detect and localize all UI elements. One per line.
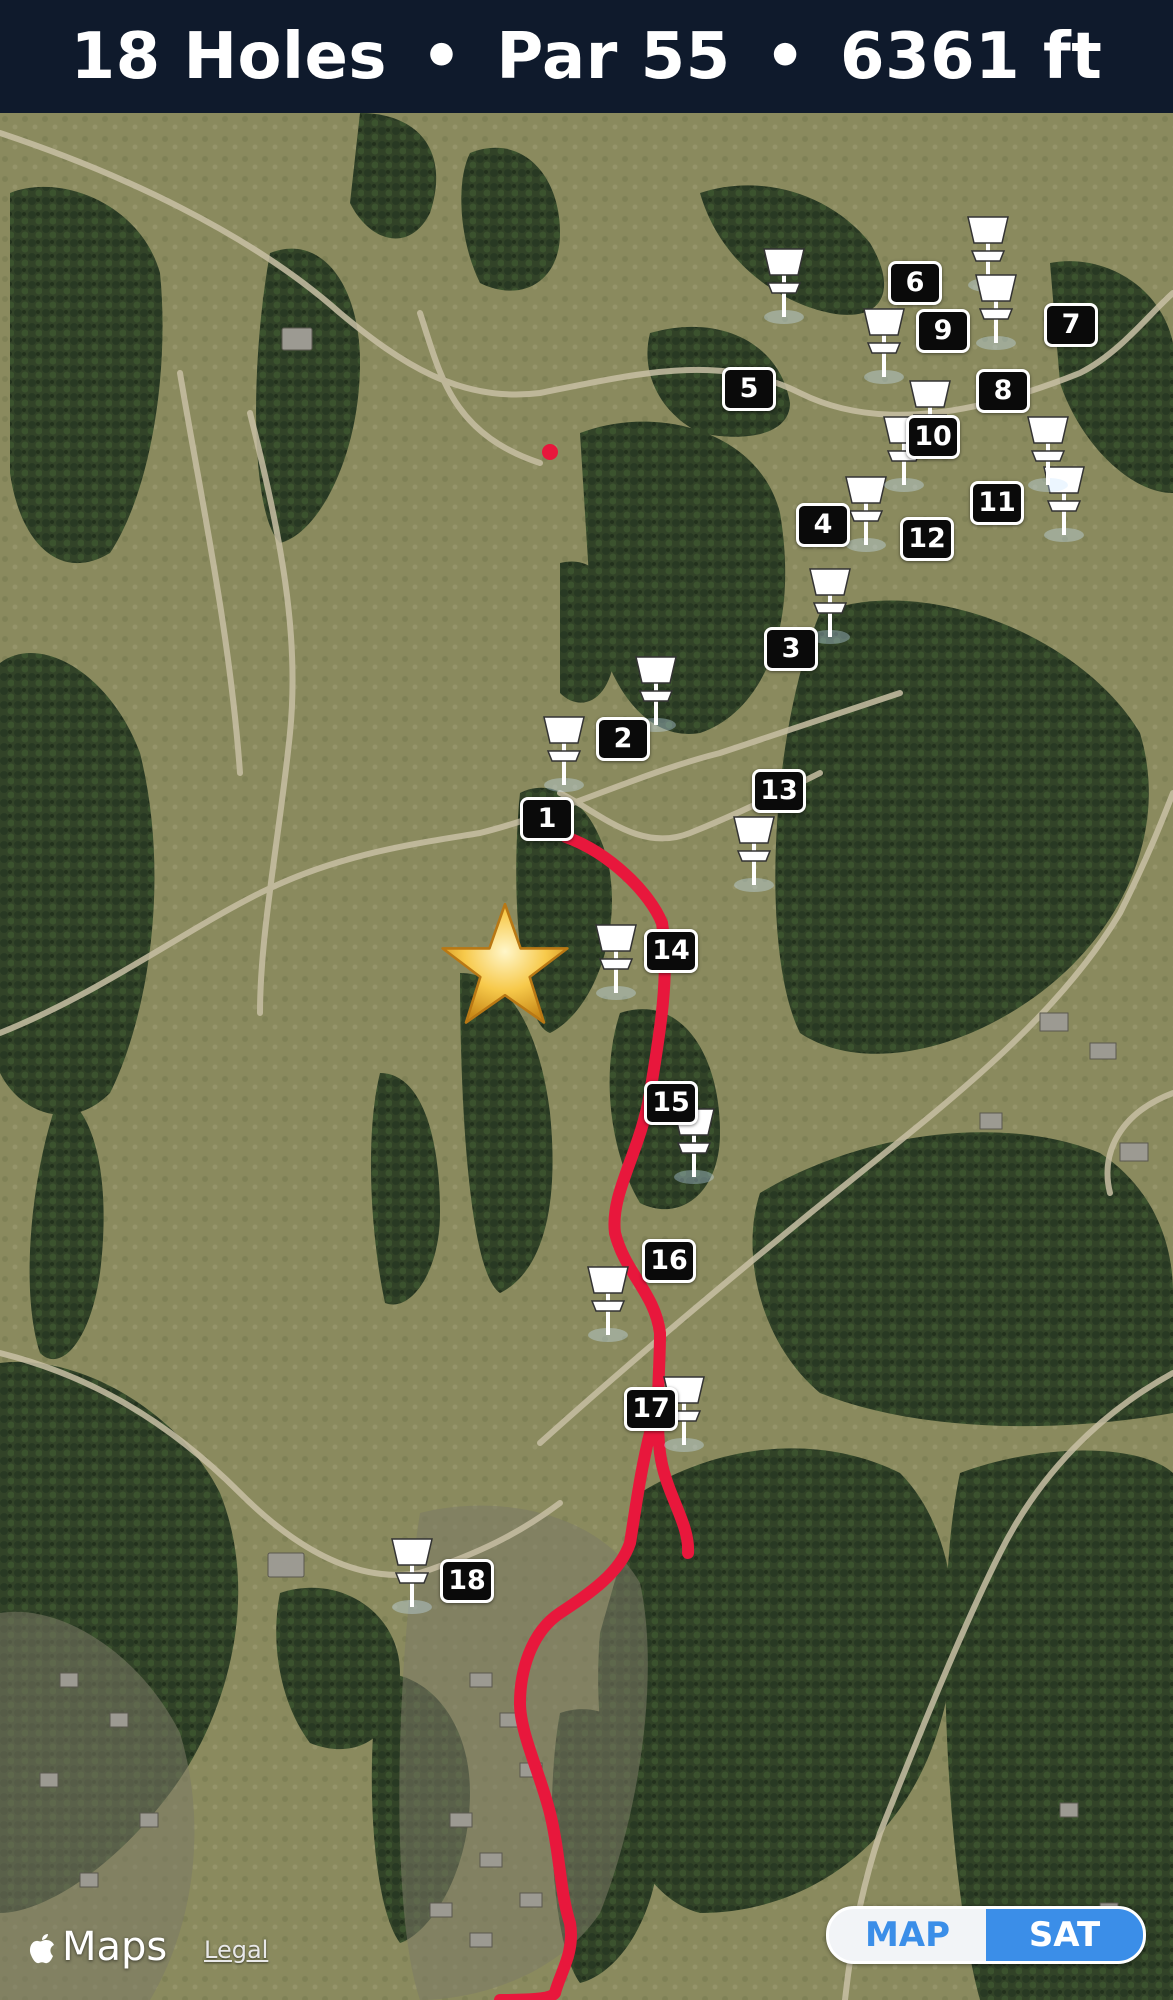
separator: • [420,19,463,94]
disc-golf-basket-icon[interactable] [860,305,908,385]
hole-number-label[interactable]: 1 [520,797,574,841]
disc-golf-basket-icon[interactable] [1024,413,1072,493]
separator: • [764,19,807,94]
apple-logo-icon [29,1934,54,1964]
legal-link[interactable]: Legal [204,1936,268,1964]
disc-golf-basket-icon[interactable] [540,713,588,793]
disc-golf-basket-icon[interactable] [584,1263,632,1343]
hole-number-label[interactable]: 10 [906,415,960,459]
maps-attribution: Maps [26,1924,167,1970]
maps-brand: Maps [62,1924,168,1970]
satellite-map[interactable]: 1 2 3 4 5 6 7 8 9 10 11 12 13 14 15 16 17 18 [0,113,1173,2000]
disc-golf-basket-icon[interactable] [388,1535,436,1615]
disc-golf-basket-icon[interactable] [592,921,640,1001]
holes-count: 18 Holes [70,19,387,94]
hole-number-label[interactable]: 16 [642,1239,696,1283]
hole-number-label[interactable]: 11 [970,481,1024,525]
hole-number-label[interactable]: 18 [440,1559,494,1603]
disc-golf-basket-icon[interactable] [972,271,1020,351]
hole-number-label[interactable]: 5 [722,367,776,411]
map-type-toggle[interactable]: MAP SAT [826,1906,1146,1964]
satellite-view-button[interactable]: SAT [986,1909,1143,1961]
course-map-screen: 18 Holes • Par 55 • 6361 ft 1 2 3 4 5 6 … [0,0,1173,2000]
hole-number-label[interactable]: 14 [644,929,698,973]
disc-golf-basket-icon[interactable] [760,245,808,325]
hole-number-label[interactable]: 13 [752,769,806,813]
star-icon[interactable] [440,899,570,1029]
hole-number-label[interactable]: 15 [644,1081,698,1125]
waypoint-dot [542,444,558,460]
course-summary-header: 18 Holes • Par 55 • 6361 ft [0,0,1173,113]
map-view-button[interactable]: MAP [829,1909,986,1961]
hole-number-label[interactable]: 4 [796,503,850,547]
disc-golf-basket-icon[interactable] [730,813,778,893]
course-distance: 6361 ft [840,19,1103,94]
course-par: Par 55 [496,19,731,94]
hole-number-label[interactable]: 12 [900,517,954,561]
hole-number-label[interactable]: 17 [624,1387,678,1431]
hole-number-label[interactable]: 7 [1044,303,1098,347]
hole-number-label[interactable]: 6 [888,261,942,305]
hole-number-label[interactable]: 3 [764,627,818,671]
hole-number-label[interactable]: 8 [976,369,1030,413]
hole-number-label[interactable]: 9 [916,309,970,353]
hole-number-label[interactable]: 2 [596,717,650,761]
